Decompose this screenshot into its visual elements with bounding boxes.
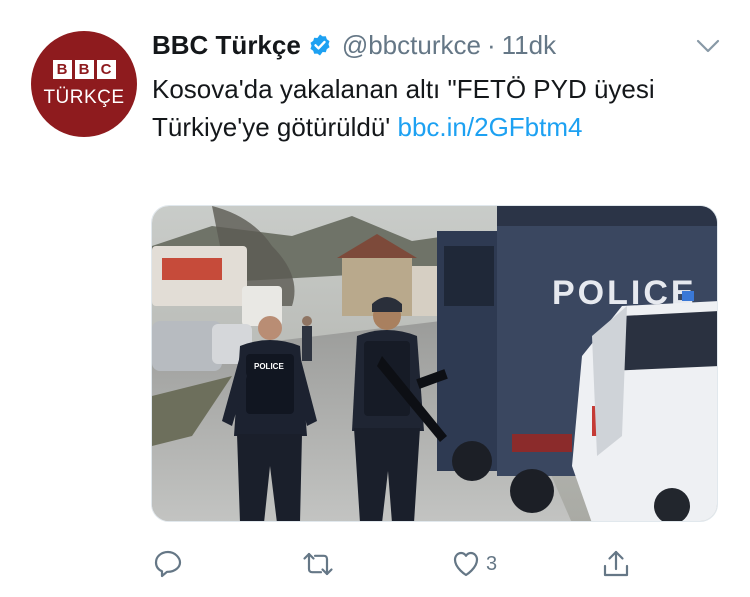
timestamp[interactable]: 11dk — [502, 30, 556, 61]
display-name[interactable]: BBC Türkçe — [152, 30, 301, 61]
heart-icon — [453, 551, 479, 577]
share-button[interactable] — [600, 546, 632, 582]
like-count: 3 — [486, 552, 498, 575]
chevron-down-icon[interactable] — [696, 36, 720, 56]
reply-button[interactable] — [152, 546, 184, 582]
avatar-wordmark: TÜRKÇE — [43, 86, 125, 108]
retweet-icon — [303, 552, 333, 576]
like-button[interactable]: 3 — [450, 546, 497, 582]
bbc-letter: C — [96, 59, 116, 79]
bbc-letter: B — [74, 59, 94, 79]
verified-badge-icon — [308, 33, 332, 57]
share-icon — [603, 550, 629, 577]
tweet-photo[interactable]: POLICE POLICE — [151, 205, 718, 522]
vest-police-label: POLICE — [254, 362, 284, 371]
tweet-text: Kosova'da yakalanan altı "FETÖ PYD üyesi… — [152, 70, 712, 146]
reply-icon — [154, 550, 182, 578]
avatar[interactable]: B B C TÜRKÇE — [31, 31, 137, 137]
tweet-action-bar: 3 — [0, 546, 750, 582]
retweet-button[interactable] — [302, 546, 334, 582]
separator-dot: · — [486, 29, 496, 60]
tweet-header: BBC Türkçe @bbcturkce · 11dk — [152, 28, 556, 62]
bbc-logo: B B C — [52, 59, 116, 79]
user-handle[interactable]: @bbcturkce — [342, 30, 481, 61]
bbc-letter: B — [52, 59, 72, 79]
tweet-link[interactable]: bbc.in/2GFbtm4 — [398, 112, 583, 142]
